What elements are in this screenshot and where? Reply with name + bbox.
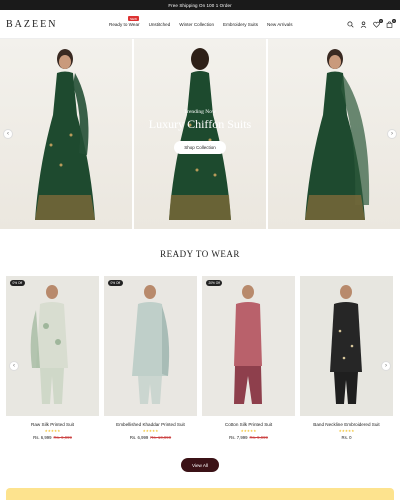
hero-next-arrow[interactable]: › bbox=[387, 129, 397, 139]
discount-badge: 0% Off bbox=[108, 280, 123, 287]
product-card[interactable]: 0% Off Embellished Khaddar Printed Suit … bbox=[104, 276, 197, 440]
new-badge: NEW bbox=[128, 16, 139, 22]
nav-item-embroidery-suits[interactable]: Embroidery Suits bbox=[223, 22, 258, 27]
product-name[interactable]: Cotton Silk Printed Suit bbox=[202, 422, 295, 427]
price: Rs. 6,999 bbox=[33, 435, 52, 440]
promo-banner bbox=[6, 488, 394, 500]
product-name[interactable]: Raw Silk Printed Suit bbox=[6, 422, 99, 427]
nav-item-unstitched[interactable]: Unstitched bbox=[149, 22, 171, 27]
chevron-left-icon: ‹ bbox=[7, 131, 9, 137]
model-figure bbox=[30, 285, 68, 404]
rating-stars: ★★★★★ bbox=[240, 429, 257, 433]
products-next-arrow[interactable]: › bbox=[381, 361, 391, 371]
section-title: READY TO WEAR bbox=[160, 249, 240, 259]
page: Free Shipping On 100 1 Order BAZEEN Read… bbox=[0, 0, 400, 500]
rating-stars: ★★★★★ bbox=[338, 429, 355, 433]
shop-collection-button[interactable]: Shop Collection bbox=[174, 141, 226, 154]
price: Rs. 7,999 bbox=[229, 435, 248, 440]
product-price: Rs. 6,999 Rs. 9,999 bbox=[6, 435, 99, 440]
brand-logo[interactable]: BAZEEN bbox=[6, 19, 57, 30]
search-icon[interactable] bbox=[346, 20, 355, 29]
user-icon[interactable] bbox=[359, 20, 368, 29]
rating-stars: ★★★★★ bbox=[44, 429, 61, 433]
product-card[interactable]: 20% Off Cotton Silk Printed Suit ★★★★★ R… bbox=[202, 276, 295, 440]
announcement-bar: Free Shipping On 100 1 Order bbox=[0, 0, 400, 10]
model-figure bbox=[330, 285, 362, 404]
chevron-right-icon: › bbox=[385, 363, 387, 369]
product-name[interactable]: Band Neckline Embroidered Suit bbox=[300, 422, 393, 427]
hero-title: Luxury Chiffon Suits bbox=[148, 117, 252, 131]
products-prev-arrow[interactable]: ‹ bbox=[9, 361, 19, 371]
product-card[interactable]: Band Neckline Embroidered Suit ★★★★★ Rs.… bbox=[300, 276, 393, 440]
bag-icon[interactable]: 0 bbox=[385, 19, 396, 29]
chevron-left-icon: ‹ bbox=[13, 363, 15, 369]
old-price: Rs. 10,999 bbox=[150, 435, 172, 440]
site-header: BAZEEN Ready to Wear NEW Unstitched Wint… bbox=[0, 10, 400, 39]
product-image[interactable]: 0% Off bbox=[104, 276, 197, 416]
model-figure bbox=[132, 285, 170, 404]
chevron-right-icon: › bbox=[391, 131, 393, 137]
main-nav: Ready to Wear NEW Unstitched Winter Coll… bbox=[109, 10, 293, 39]
old-price: Rs. 9,999 bbox=[53, 435, 72, 440]
price: Rs. 0 bbox=[341, 435, 352, 440]
product-price: Rs. 7,999 Rs. 9,999 bbox=[202, 435, 295, 440]
nav-label: Ready to Wear bbox=[109, 22, 140, 27]
view-all-button[interactable]: View All bbox=[181, 458, 219, 472]
product-image[interactable]: 20% Off bbox=[202, 276, 295, 416]
product-price: Rs. 6,999 Rs. 10,999 bbox=[104, 435, 197, 440]
model-figure bbox=[234, 285, 262, 404]
product-card[interactable]: 0% Off Raw Silk Printed Suit ★★★★★ Rs. 6… bbox=[6, 276, 99, 440]
hero-kicker: Trending Now bbox=[183, 109, 217, 115]
nav-item-winter-collection[interactable]: Winter Collection bbox=[179, 22, 214, 27]
discount-badge: 0% Off bbox=[10, 280, 25, 287]
cart-count: 0 bbox=[392, 19, 396, 23]
product-name[interactable]: Embellished Khaddar Printed Suit bbox=[104, 422, 197, 427]
hero-prev-arrow[interactable]: ‹ bbox=[3, 129, 13, 139]
hero-slider[interactable]: Trending Now Luxury Chiffon Suits Shop C… bbox=[0, 39, 400, 229]
heart-icon[interactable]: 0 bbox=[372, 19, 383, 29]
product-carousel: 0% Off Raw Silk Printed Suit ★★★★★ Rs. 6… bbox=[6, 276, 394, 440]
wishlist-count: 0 bbox=[379, 19, 383, 23]
nav-item-new-arrivals[interactable]: New Arrivals bbox=[267, 22, 293, 27]
rating-stars: ★★★★★ bbox=[142, 429, 159, 433]
product-price: Rs. 0 bbox=[300, 435, 393, 440]
header-icons: 0 0 bbox=[346, 10, 396, 39]
nav-item-ready-to-wear[interactable]: Ready to Wear NEW bbox=[109, 16, 140, 27]
product-image[interactable] bbox=[300, 276, 393, 416]
product-image[interactable]: 0% Off bbox=[6, 276, 99, 416]
old-price: Rs. 9,999 bbox=[249, 435, 268, 440]
hero-caption: Trending Now Luxury Chiffon Suits Shop C… bbox=[0, 109, 400, 154]
discount-badge: 20% Off bbox=[206, 280, 223, 287]
announcement-text: Free Shipping On 100 1 Order bbox=[168, 2, 232, 8]
price: Rs. 6,999 bbox=[129, 435, 149, 440]
